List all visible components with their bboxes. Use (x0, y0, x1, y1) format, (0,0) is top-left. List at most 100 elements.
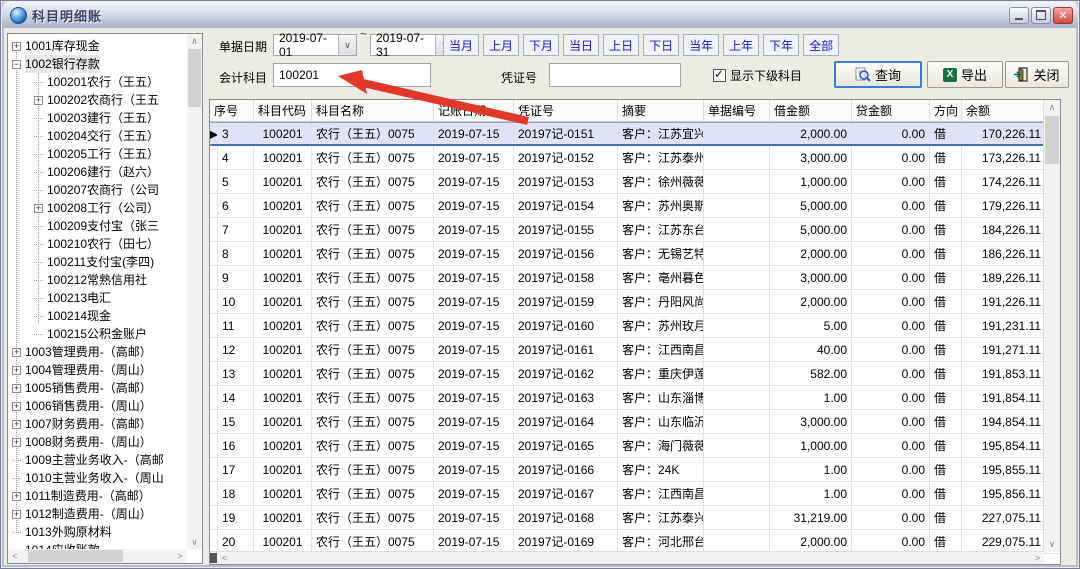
maximize-button[interactable] (1031, 7, 1051, 24)
table-vertical-scrollbar[interactable]: ∧ ∨ (1043, 100, 1060, 552)
expand-plus-icon[interactable]: + (12, 492, 21, 501)
scroll-right-icon[interactable]: > (1031, 552, 1044, 564)
table-row[interactable]: 15100201农行（王五）00752019-07-1520197记-0164客… (210, 410, 1060, 434)
tree-item[interactable]: +1001库存现金 (8, 37, 187, 55)
table-row[interactable]: 19100201农行（王五）00752019-07-1520197记-0168客… (210, 506, 1060, 530)
expand-plus-icon[interactable]: + (34, 204, 43, 213)
column-header[interactable]: 凭证号 (514, 100, 618, 121)
tree-item[interactable]: 100213电汇 (8, 289, 187, 307)
tree-item[interactable]: 100201农行（王五） (8, 73, 187, 91)
expand-plus-icon[interactable]: + (12, 384, 21, 393)
expand-plus-icon[interactable]: + (12, 42, 21, 51)
tree-item[interactable]: 100203建行（王五） (8, 109, 187, 127)
date-to-select[interactable]: 2019-07-31 ∨ (370, 34, 454, 56)
tree-item[interactable]: +1011制造费用-（高邮） (8, 487, 187, 505)
tree-item[interactable]: +1012制造费用-（周山） (8, 505, 187, 523)
table-row[interactable]: 7100201农行（王五）00752019-07-1520197记-0155客户… (210, 218, 1060, 242)
table-row[interactable]: 11100201农行（王五）00752019-07-1520197记-0160客… (210, 314, 1060, 338)
tree-item[interactable]: 100205工行（王五） (8, 145, 187, 163)
tree-item[interactable]: 1013外购原材料 (8, 523, 187, 541)
expand-plus-icon[interactable]: + (12, 510, 21, 519)
quick-range-button[interactable]: 当日 (563, 34, 599, 56)
quick-range-button[interactable]: 当月 (443, 34, 479, 56)
table-hscroll-thumb[interactable] (210, 553, 217, 563)
tree-item[interactable]: 100209支付宝（张三 (8, 217, 187, 235)
tree-item[interactable]: 100206建行（赵六） (8, 163, 187, 181)
tree-item[interactable]: +100208工行（公司） (8, 199, 187, 217)
tree-item[interactable]: 100214现金 (8, 307, 187, 325)
tree-item[interactable]: +1003管理费用-（高邮） (8, 343, 187, 361)
tree-vscroll-thumb[interactable] (188, 49, 201, 107)
tree-hscroll-thumb[interactable] (28, 550, 123, 562)
tree-item[interactable]: 100207农商行（公司 (8, 181, 187, 199)
tree-item[interactable]: 1014应收账款 (8, 541, 187, 549)
scroll-down-icon[interactable]: ∨ (1044, 537, 1060, 552)
tree-item[interactable]: +1005销售费用-（高邮） (8, 379, 187, 397)
tree-item[interactable]: 1010主营业务收入-（周山 (8, 469, 187, 487)
tree-item[interactable]: 100215公积金账户 (8, 325, 187, 343)
table-vscroll-thumb[interactable] (1045, 116, 1059, 164)
quick-range-button[interactable]: 全部 (803, 34, 839, 56)
table-row[interactable]: 13100201农行（王五）00752019-07-1520197记-0162客… (210, 362, 1060, 386)
tree-horizontal-scrollbar[interactable]: < > (8, 549, 187, 563)
export-button[interactable]: X 导出 (927, 61, 1003, 88)
subject-input[interactable]: 100201 (273, 63, 431, 87)
table-row[interactable]: 10100201农行（王五）00752019-07-1520197记-0159客… (210, 290, 1060, 314)
column-header[interactable]: 科目名称 (312, 100, 434, 121)
table-row[interactable]: ▶3100201农行（王五）00752019-07-1520197记-0151客… (210, 122, 1060, 146)
expand-plus-icon[interactable]: + (12, 348, 21, 357)
column-header[interactable]: 余额 (962, 100, 1046, 121)
tree-item[interactable]: 100212常熟信用社 (8, 271, 187, 289)
expand-plus-icon[interactable]: + (12, 420, 21, 429)
column-header[interactable]: 方向 (930, 100, 962, 121)
query-button[interactable]: 查询 (834, 61, 922, 88)
table-row[interactable]: 18100201农行（王五）00752019-07-1520197记-0167客… (210, 482, 1060, 506)
tree-item[interactable]: +100202农商行（王五 (8, 91, 187, 109)
expand-plus-icon[interactable]: + (12, 402, 21, 411)
table-row[interactable]: 5100201农行（王五）00752019-07-1520197记-0153客户… (210, 170, 1060, 194)
table-row[interactable]: 14100201农行（王五）00752019-07-1520197记-0163客… (210, 386, 1060, 410)
expand-plus-icon[interactable]: + (12, 438, 21, 447)
voucher-no-input[interactable] (549, 63, 681, 87)
collapse-minus-icon[interactable]: − (12, 60, 21, 69)
checkbox-checked-icon[interactable] (713, 69, 726, 82)
tree-item[interactable]: 100210农行（田七） (8, 235, 187, 253)
column-header[interactable]: 单据编号 (704, 100, 770, 121)
close-window-button[interactable]: ✕ (1053, 7, 1073, 24)
quick-range-button[interactable]: 上月 (483, 34, 519, 56)
expand-plus-icon[interactable]: + (34, 96, 43, 105)
close-button[interactable]: 关闭 (1005, 61, 1069, 88)
quick-range-button[interactable]: 上年 (723, 34, 759, 56)
table-row[interactable]: 9100201农行（王五）00752019-07-1520197记-0158客户… (210, 266, 1060, 290)
minimize-button[interactable] (1009, 7, 1029, 24)
table-row[interactable]: 17100201农行（王五）00752019-07-1520197记-0166客… (210, 458, 1060, 482)
tree-item[interactable]: +1006销售费用-（周山） (8, 397, 187, 415)
quick-range-button[interactable]: 下日 (643, 34, 679, 56)
column-header[interactable]: 借金额 (770, 100, 852, 121)
scroll-right-icon[interactable]: > (173, 549, 187, 563)
tree-vertical-scrollbar[interactable]: ∧ ∨ (187, 34, 202, 549)
quick-range-button[interactable]: 下月 (523, 34, 559, 56)
tree-item[interactable]: 100204交行（王五） (8, 127, 187, 145)
chevron-down-icon[interactable]: ∨ (338, 35, 356, 55)
expand-plus-icon[interactable]: + (12, 366, 21, 375)
column-header[interactable]: 科目代码 (254, 100, 312, 121)
table-horizontal-scrollbar[interactable]: < > (210, 551, 1044, 564)
table-row[interactable]: 6100201农行（王五）00752019-07-1520197记-0154客户… (210, 194, 1060, 218)
table-row[interactable]: 4100201农行（王五）00752019-07-1520197记-0152客户… (210, 146, 1060, 170)
column-header[interactable]: 记账日期 (434, 100, 514, 121)
table-row[interactable]: 8100201农行（王五）00752019-07-1520197记-0156客户… (210, 242, 1060, 266)
quick-range-button[interactable]: 上日 (603, 34, 639, 56)
scroll-left-icon[interactable]: < (8, 549, 22, 563)
scroll-down-icon[interactable]: ∨ (187, 535, 202, 549)
show-sub-accounts-option[interactable]: 显示下级科目 (713, 67, 802, 84)
column-header[interactable]: 序号 (210, 100, 254, 121)
tree-item[interactable]: −1002银行存款 (8, 55, 187, 73)
scroll-up-icon[interactable]: ∧ (1044, 100, 1060, 115)
column-header[interactable]: 贷金额 (852, 100, 930, 121)
table-row[interactable]: 16100201农行（王五）00752019-07-1520197记-0165客… (210, 434, 1060, 458)
tree-item[interactable]: +1008财务费用-（周山） (8, 433, 187, 451)
date-from-select[interactable]: 2019-07-01 ∨ (273, 34, 357, 56)
quick-range-button[interactable]: 下年 (763, 34, 799, 56)
scroll-left-icon[interactable]: < (218, 552, 231, 564)
